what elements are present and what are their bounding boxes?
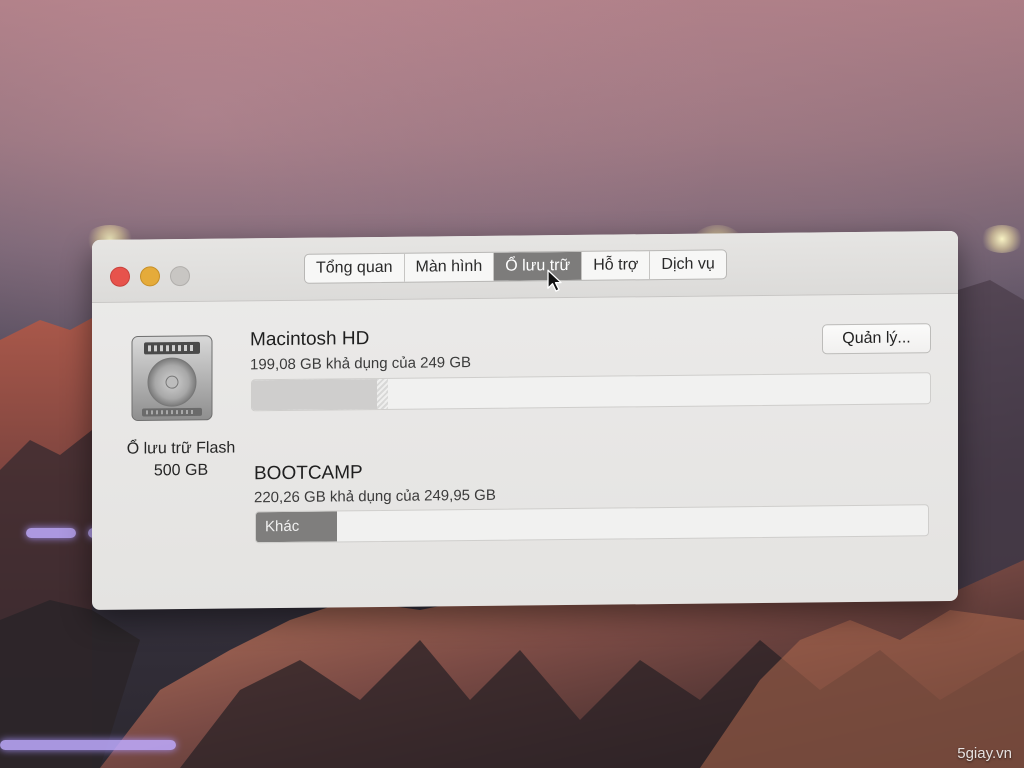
tab-displays[interactable]: Màn hình xyxy=(404,252,495,282)
volume-name-macintosh-hd: Macintosh HD xyxy=(250,328,370,351)
tab-service[interactable]: Dịch vụ xyxy=(650,250,725,279)
about-this-mac-window: Tổng quan Màn hình Ổ lưu trữ Hỗ trợ Dịch… xyxy=(92,230,958,610)
usage-segment-used xyxy=(252,378,388,411)
storage-panel: Ổ lưu trữ Flash 500 GB Macintosh HD 199,… xyxy=(92,294,958,610)
tab-storage[interactable]: Ổ lưu trữ xyxy=(494,251,583,281)
tab-overview[interactable]: Tổng quan xyxy=(305,253,405,283)
screen-glare xyxy=(980,225,1024,253)
disk-description: Ổ lưu trữ Flash 500 GB xyxy=(106,437,256,483)
disk-type-label: Ổ lưu trữ Flash xyxy=(126,439,236,458)
watermark-text: 5giay.vn xyxy=(957,745,1012,762)
usage-segment-other: Khác xyxy=(256,511,337,543)
disk-size-label: 500 GB xyxy=(153,461,209,480)
screen-artifact xyxy=(0,740,176,750)
usage-bar-bootcamp: Khác xyxy=(255,504,929,544)
zoom-window-button[interactable] xyxy=(170,265,190,287)
tab-bar: Tổng quan Màn hình Ổ lưu trữ Hỗ trợ Dịch… xyxy=(304,249,727,284)
usage-segment-label: Khác xyxy=(265,517,300,536)
mouse-pointer-icon xyxy=(547,269,562,292)
window-titlebar: Tổng quan Màn hình Ổ lưu trữ Hỗ trợ Dịch… xyxy=(92,230,958,303)
tab-support[interactable]: Hỗ trợ xyxy=(582,251,651,280)
manage-button[interactable]: Quản lý... xyxy=(822,323,931,355)
volume-availability-macintosh-hd: 199,08 GB khả dụng của 249 GB xyxy=(250,354,471,374)
volume-name-bootcamp: BOOTCAMP xyxy=(254,462,363,485)
usage-bar-macintosh-hd xyxy=(251,372,931,412)
volume-availability-bootcamp: 220,26 GB khả dụng của 249,95 GB xyxy=(254,486,496,507)
hard-drive-icon xyxy=(131,335,213,422)
minimize-window-button[interactable] xyxy=(140,266,160,287)
screen-artifact xyxy=(26,528,76,538)
close-window-button[interactable] xyxy=(110,266,130,287)
